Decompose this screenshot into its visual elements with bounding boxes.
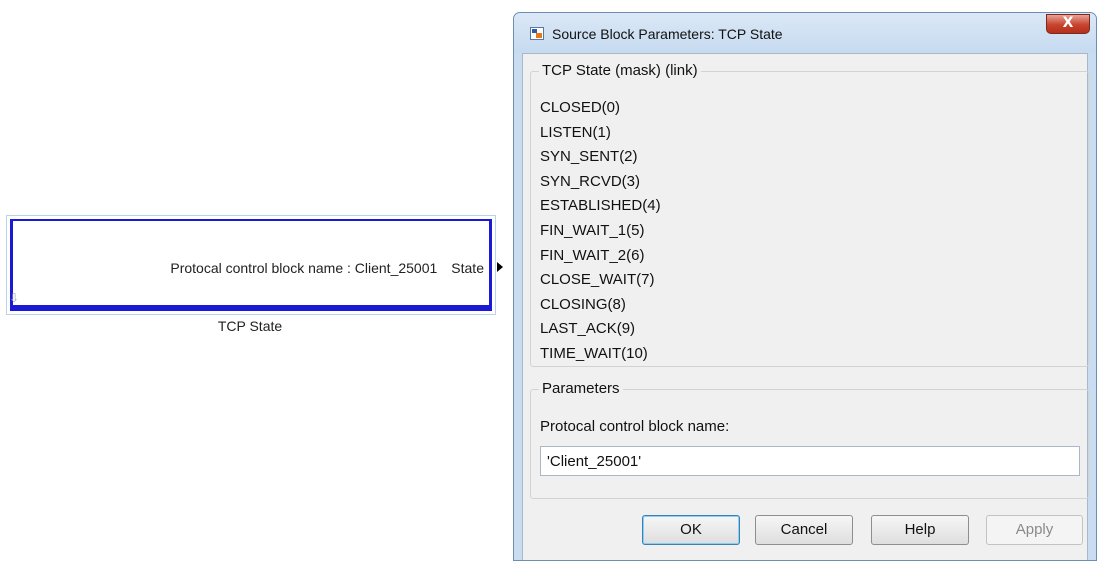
state-item: LISTEN(1) [540, 123, 611, 141]
block-caption[interactable]: TCP State [0, 318, 500, 334]
block-text: Protocal control block name : Client_250… [13, 260, 484, 276]
description-group-legend: TCP State (mask) (link) [539, 62, 701, 79]
tcp-state-block[interactable]: Protocal control block name : Client_250… [10, 219, 492, 311]
state-item: FIN_WAIT_2(6) [540, 246, 645, 264]
cancel-button[interactable]: Cancel [755, 515, 853, 545]
description-group: TCP State (mask) (link) CLOSED(0) LISTEN… [530, 62, 1089, 367]
dialog-client-area: TCP State (mask) (link) CLOSED(0) LISTEN… [522, 53, 1089, 560]
state-item: SYN_SENT(2) [540, 148, 638, 166]
help-button[interactable]: Help [871, 515, 969, 545]
simulink-app-icon [530, 27, 544, 40]
block-param-text: Protocal control block name : Client_250… [170, 260, 438, 276]
state-item: LAST_ACK(9) [540, 320, 636, 338]
state-item: CLOSING(8) [540, 295, 626, 313]
ok-button[interactable]: OK [642, 515, 740, 545]
state-item: ESTABLISHED(4) [540, 197, 661, 215]
library-link-icon: ⇩ [9, 291, 20, 305]
parameters-group: Parameters Protocal control block name: [530, 380, 1089, 499]
pcb-name-input[interactable] [540, 446, 1080, 476]
dialog-titlebar[interactable]: Source Block Parameters: TCP State X [514, 13, 1096, 53]
state-item: CLOSE_WAIT(7) [540, 271, 655, 289]
dialog-title: Source Block Parameters: TCP State [552, 26, 783, 42]
close-button[interactable]: X [1046, 14, 1090, 34]
state-item: TIME_WAIT(10) [540, 344, 648, 362]
block-port-label: State [451, 260, 484, 276]
parameters-group-legend: Parameters [539, 380, 623, 397]
block-parameters-dialog: Source Block Parameters: TCP State X TCP… [513, 12, 1097, 561]
apply-button: Apply [986, 515, 1083, 545]
output-port-arrow-icon[interactable] [497, 262, 503, 272]
state-item: SYN_RCVD(3) [540, 172, 641, 190]
state-list: CLOSED(0) LISTEN(1) SYN_SENT(2) SYN_RCVD… [540, 96, 661, 367]
tcp-state-block-selection[interactable]: Protocal control block name : Client_250… [6, 215, 496, 315]
pcb-name-label: Protocal control block name: [540, 418, 730, 435]
state-item: CLOSED(0) [540, 99, 621, 116]
state-item: FIN_WAIT_1(5) [540, 221, 645, 239]
